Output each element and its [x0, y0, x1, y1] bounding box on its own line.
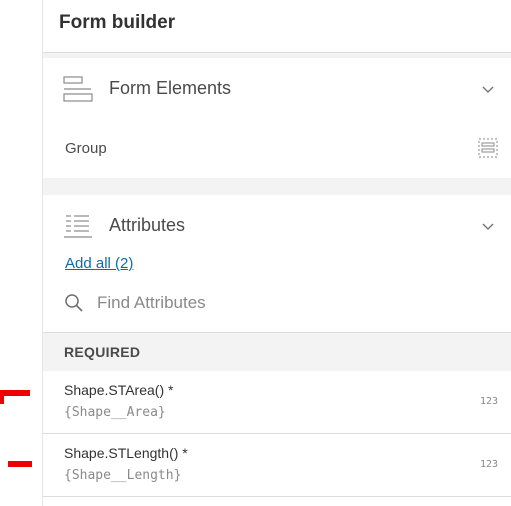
form-element-label: Group [65, 140, 107, 157]
page: Form builder Form Elements Group Attribu… [0, 0, 511, 506]
attribute-row[interactable]: Shape.STArea() * {Shape__Area} 123 [43, 371, 511, 434]
number-type-icon: 123 [479, 396, 498, 407]
form-elements-header[interactable]: Form Elements [43, 58, 511, 120]
attribute-field-name: {Shape__Length} [64, 468, 182, 483]
annotation-mark-2 [8, 461, 32, 467]
attribute-name: Shape.STLength() * [64, 445, 188, 461]
add-all-link[interactable]: Add all (2) [65, 255, 133, 272]
form-element-group[interactable]: Group [43, 130, 511, 166]
group-icon [478, 138, 498, 158]
search-icon [64, 293, 84, 313]
required-group-header: REQUIRED [43, 332, 511, 372]
number-type-icon: 123 [479, 459, 498, 470]
chevron-down-icon[interactable] [482, 219, 494, 231]
chevron-down-icon[interactable] [482, 82, 494, 94]
annotation-mark-1-tail [0, 396, 4, 404]
form-elements-section: Form Elements Group [43, 58, 511, 178]
attributes-icon [63, 212, 93, 240]
attribute-field-name: {Shape__Area} [64, 405, 166, 420]
panel-title: Form builder [59, 12, 176, 33]
attributes-section: Attributes Add all (2) REQU [43, 195, 511, 506]
attributes-title: Attributes [109, 215, 186, 235]
attribute-search [43, 285, 511, 329]
annotation-mark-1 [0, 390, 30, 396]
form-elements-icon [63, 75, 93, 103]
attributes-header[interactable]: Attributes [43, 195, 511, 257]
required-label: REQUIRED [64, 344, 141, 360]
panel-header: Form builder [43, 0, 511, 53]
search-input[interactable] [97, 289, 497, 317]
form-builder-panel: Form builder Form Elements Group Attribu… [42, 0, 511, 506]
attribute-name: Shape.STArea() * [64, 382, 174, 398]
attribute-row[interactable]: Shape.STLength() * {Shape__Length} 123 [43, 434, 511, 497]
form-elements-title: Form Elements [109, 78, 232, 98]
